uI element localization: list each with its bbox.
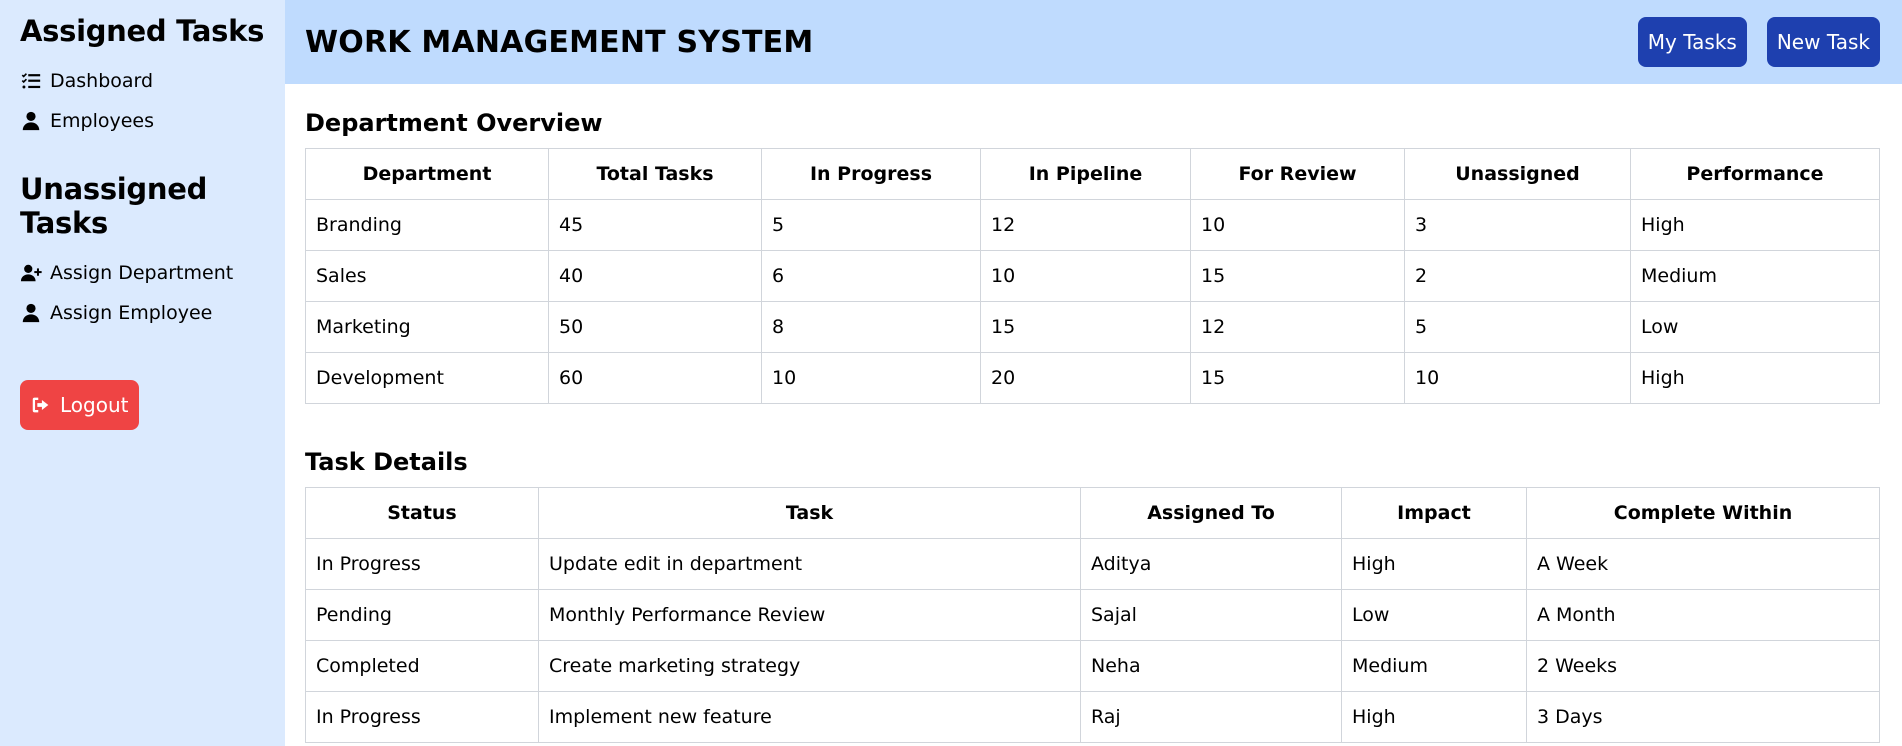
table-row: Pending Monthly Performance Review Sajal… (305, 589, 1880, 641)
sidebar-item-dashboard[interactable]: Dashboard (20, 66, 265, 96)
table-cell: Sales (305, 250, 549, 302)
table-header-row: Status Task Assigned To Impact Complete … (305, 487, 1880, 539)
table-cell: Monthly Performance Review (538, 589, 1081, 641)
table-cell: High (1341, 538, 1527, 590)
table-row: Sales 40 6 10 15 2 Medium (305, 250, 1880, 302)
main-content: WORK MANAGEMENT SYSTEM My Tasks New Task… (285, 0, 1902, 746)
task-details-heading: Task Details (305, 448, 468, 476)
table-cell: 45 (548, 199, 762, 251)
column-header: Impact (1341, 487, 1527, 539)
table-cell: 5 (761, 199, 981, 251)
table-cell: Marketing (305, 301, 549, 353)
table-cell: Neha (1080, 640, 1342, 692)
table-cell: Low (1341, 589, 1527, 641)
table-cell: Development (305, 352, 549, 404)
table-cell: 10 (761, 352, 981, 404)
sidebar-item-assign-employee[interactable]: Assign Employee (20, 298, 265, 328)
table-cell: 12 (1190, 301, 1405, 353)
sidebar-item-employees[interactable]: Employees (20, 106, 265, 136)
table-cell: 40 (548, 250, 762, 302)
table-cell: In Progress (305, 538, 539, 590)
table-cell: 8 (761, 301, 981, 353)
column-header: Assigned To (1080, 487, 1342, 539)
table-cell: 10 (1190, 199, 1405, 251)
table-cell: 3 Days (1526, 691, 1880, 743)
my-tasks-button[interactable]: My Tasks (1637, 17, 1747, 67)
table-cell: 50 (548, 301, 762, 353)
table-cell: 15 (1190, 352, 1405, 404)
user-icon (22, 111, 40, 131)
department-overview-heading: Department Overview (305, 109, 603, 137)
sidebar-item-label: Employees (50, 110, 154, 132)
table-row: Marketing 50 8 15 12 5 Low (305, 301, 1880, 353)
table-row: Branding 45 5 12 10 3 High (305, 199, 1880, 251)
table-cell: 5 (1404, 301, 1631, 353)
table-cell: A Month (1526, 589, 1880, 641)
table-row: Completed Create marketing strategy Neha… (305, 640, 1880, 692)
table-cell: Aditya (1080, 538, 1342, 590)
table-cell: Implement new feature (538, 691, 1081, 743)
table-cell: Create marketing strategy (538, 640, 1081, 692)
list-check-icon (21, 73, 41, 89)
table-header-row: Department Total Tasks In Progress In Pi… (305, 148, 1880, 200)
table-cell: Medium (1630, 250, 1880, 302)
table-cell: 2 Weeks (1526, 640, 1880, 692)
new-task-button[interactable]: New Task (1766, 17, 1880, 67)
table-cell: A Week (1526, 538, 1880, 590)
table-cell: 20 (980, 352, 1191, 404)
table-cell: In Progress (305, 691, 539, 743)
column-header: Complete Within (1526, 487, 1880, 539)
sidebar-item-assign-department[interactable]: Assign Department (20, 258, 265, 288)
table-cell: Update edit in department (538, 538, 1081, 590)
table-row: In Progress Implement new feature Raj Hi… (305, 691, 1880, 743)
table-cell: High (1630, 199, 1880, 251)
user-plus-icon (20, 264, 42, 282)
sidebar-item-label: Assign Department (50, 262, 234, 284)
table-row: In Progress Update edit in department Ad… (305, 538, 1880, 590)
column-header: Total Tasks (548, 148, 762, 200)
user-icon (22, 303, 40, 323)
table-cell: 6 (761, 250, 981, 302)
table-row: Development 60 10 20 15 10 High (305, 352, 1880, 404)
column-header: Department (305, 148, 549, 200)
table-cell: High (1630, 352, 1880, 404)
table-cell: 12 (980, 199, 1191, 251)
table-cell: High (1341, 691, 1527, 743)
table-cell: Branding (305, 199, 549, 251)
header-actions: My Tasks New Task (1637, 17, 1880, 67)
table-cell: 3 (1404, 199, 1631, 251)
column-header: Task (538, 487, 1081, 539)
assigned-tasks-heading: Assigned Tasks (20, 14, 265, 48)
column-header: Status (305, 487, 539, 539)
task-details-table: Status Task Assigned To Impact Complete … (305, 487, 1880, 743)
table-cell: Pending (305, 589, 539, 641)
table-cell: 2 (1404, 250, 1631, 302)
table-cell: 60 (548, 352, 762, 404)
table-cell: 10 (1404, 352, 1631, 404)
column-header: Unassigned (1404, 148, 1631, 200)
table-cell: Medium (1341, 640, 1527, 692)
column-header: In Pipeline (980, 148, 1191, 200)
table-cell: 15 (980, 301, 1191, 353)
table-cell: 15 (1190, 250, 1405, 302)
table-cell: 10 (980, 250, 1191, 302)
unassigned-tasks-heading: Unassigned Tasks (20, 172, 208, 240)
table-cell: Low (1630, 301, 1880, 353)
sign-out-icon (32, 397, 49, 413)
dashboard-content: Department Overview Department Total Tas… (285, 109, 1902, 743)
logout-label: Logout (60, 393, 129, 417)
logout-button[interactable]: Logout (20, 380, 140, 430)
column-header: In Progress (761, 148, 981, 200)
page-title: WORK MANAGEMENT SYSTEM (305, 24, 814, 60)
column-header: Performance (1630, 148, 1880, 200)
department-overview-table: Department Total Tasks In Progress In Pi… (305, 148, 1880, 404)
column-header: For Review (1190, 148, 1405, 200)
table-cell: Sajal (1080, 589, 1342, 641)
sidebar: Assigned Tasks Dashboard Employees Unass… (0, 0, 285, 746)
sidebar-item-label: Assign Employee (50, 302, 213, 324)
table-cell: Raj (1080, 691, 1342, 743)
top-header: WORK MANAGEMENT SYSTEM My Tasks New Task (285, 0, 1902, 84)
table-cell: Completed (305, 640, 539, 692)
sidebar-item-label: Dashboard (50, 70, 154, 92)
